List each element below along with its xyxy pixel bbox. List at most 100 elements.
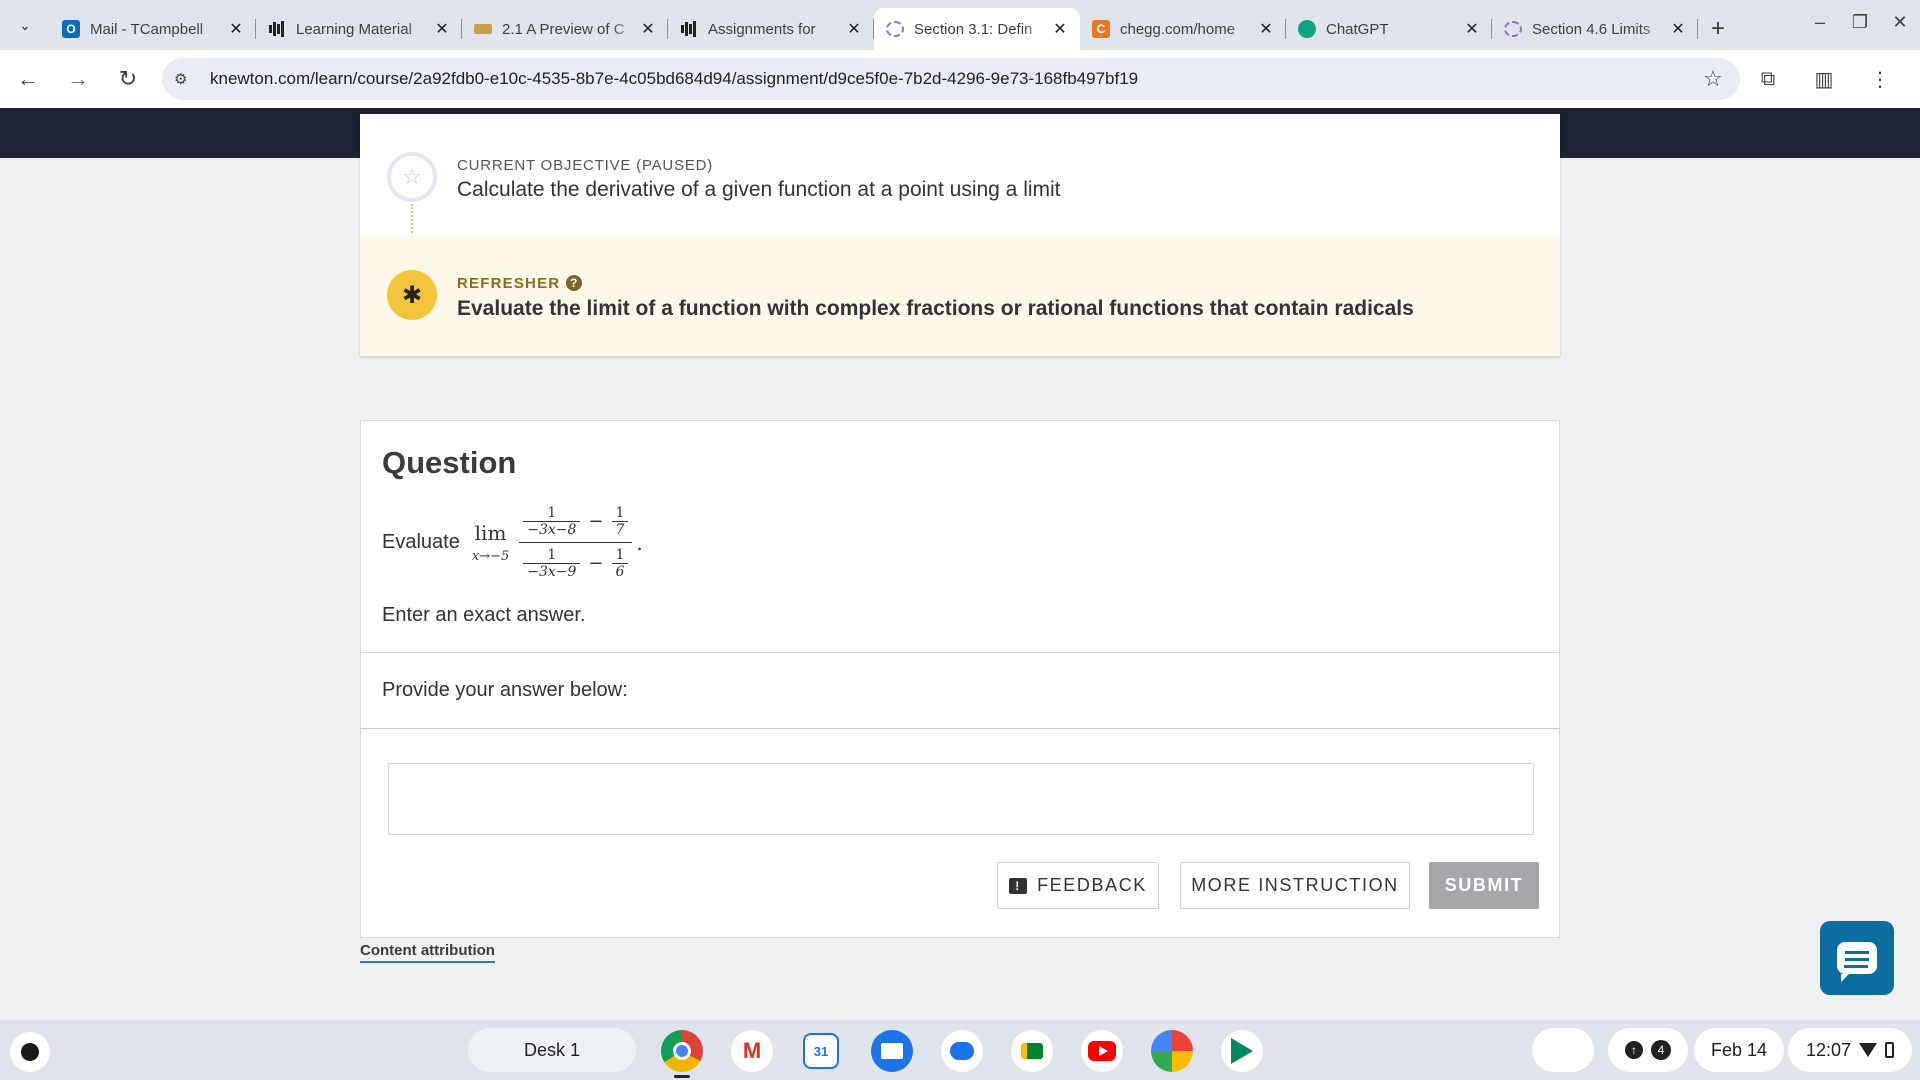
tab-mail[interactable]: O Mail - TCampbell ✕ (50, 8, 256, 50)
help-icon[interactable]: ? (566, 275, 583, 291)
limit-operator: lim x→−5 (472, 521, 509, 564)
current-objective: ☆ CURRENT OBJECTIVE (PAUSED) Calculate t… (360, 114, 1560, 276)
tray-notifications[interactable]: ↑ 4 (1608, 1028, 1688, 1072)
bookmark-star-icon[interactable]: ☆ (1698, 66, 1728, 92)
gmail-app-icon[interactable]: M (731, 1030, 773, 1072)
prompt-text: Evaluate (382, 531, 460, 553)
chat-support-button[interactable] (1820, 921, 1894, 995)
browser-toolbar: ← → ↻ ⚙ knewton.com/learn/course/2a92fdb… (0, 50, 1920, 108)
battery-icon (1885, 1042, 1895, 1058)
refresher-text: Evaluate the limit of a function with co… (457, 297, 1414, 320)
os-shelf: Desk 1 M 31 ↑ 4 Feb 14 12:07 (0, 1020, 1920, 1080)
calendar-app-icon[interactable]: 31 (803, 1033, 839, 1069)
provide-answer-label: Provide your answer below: (382, 679, 628, 701)
extensions-icon[interactable]: ⧉ (1740, 68, 1796, 91)
lim-subscript: x→−5 (471, 549, 510, 564)
fraction: 1 −3x−8 (523, 505, 581, 538)
question-title: Question (382, 445, 517, 480)
limit-expression: lim x→−5 1 −3x−8 − 1 7 1 −3x−9 − 1 6 . (472, 505, 643, 580)
question-card: Question Evaluate lim x→−5 1 −3x−8 − 1 7… (360, 420, 1560, 938)
page-content: ☆ CURRENT OBJECTIVE (PAUSED) Calculate t… (0, 108, 1920, 1020)
google-chat-app-icon[interactable] (941, 1030, 983, 1072)
submit-button[interactable]: SUBMIT (1429, 862, 1539, 909)
tab-section-4-6[interactable]: Section 4.6 Limits ✕ (1492, 8, 1698, 50)
complex-denominator: 1 −3x−9 − 1 6 (519, 543, 632, 580)
question-instruction: Enter an exact answer. (382, 604, 586, 626)
photos-app-icon[interactable] (1151, 1030, 1193, 1072)
youtube-app-icon[interactable] (1081, 1030, 1123, 1072)
outlook-icon: O (62, 20, 80, 38)
tab-preview[interactable]: 2.1 A Preview of C ✕ (462, 8, 668, 50)
url-text[interactable]: knewton.com/learn/course/2a92fdb0-e10c-4… (210, 69, 1698, 89)
side-panel-icon[interactable]: ▥ (1796, 67, 1852, 92)
tray-status[interactable]: 12:07 (1788, 1028, 1912, 1072)
fraction: 1 6 (611, 547, 629, 580)
tab-title: Section 3.1: Defin (914, 20, 1033, 38)
close-icon[interactable]: ✕ (844, 19, 864, 39)
more-instruction-button[interactable]: MORE INSTRUCTION (1180, 862, 1410, 909)
tab-section-3-1[interactable]: Section 3.1: Defin ✕ (874, 8, 1080, 50)
tab-title: Learning Material (296, 20, 412, 38)
wifi-icon (1859, 1043, 1878, 1057)
tab-assignments[interactable]: Assignments for ✕ (668, 8, 874, 50)
minimize-icon[interactable]: – (1800, 12, 1840, 33)
refresher-label: REFRESHER? (457, 275, 583, 292)
close-icon[interactable]: ✕ (1668, 19, 1688, 39)
launcher-icon (21, 1043, 39, 1061)
site-info-icon[interactable]: ⚙ (174, 70, 200, 88)
minus-sign: − (588, 553, 604, 574)
back-arrow-icon[interactable]: ← (6, 57, 50, 101)
refresher-label-text: REFRESHER (457, 275, 561, 292)
tab-chegg[interactable]: C chegg.com/home ✕ (1080, 8, 1286, 50)
fraction: 1 −3x−9 (523, 547, 581, 580)
chrome-app-icon[interactable] (661, 1030, 703, 1072)
tab-title: Assignments for (708, 20, 816, 38)
tab-learning-material[interactable]: Learning Material ✕ (256, 8, 462, 50)
content-attribution-link[interactable]: Content attribution (360, 942, 495, 963)
tab-chatgpt[interactable]: ChatGPT ✕ (1286, 8, 1492, 50)
meet-app-icon[interactable] (1011, 1030, 1053, 1072)
new-tab-button[interactable]: + (1698, 8, 1738, 50)
desk-button[interactable]: Desk 1 (468, 1028, 636, 1072)
close-icon[interactable]: ✕ (432, 19, 452, 39)
restore-icon[interactable]: ❐ (1840, 12, 1880, 33)
tab-search-chevron-icon[interactable]: ⌄ (0, 0, 50, 50)
puzzle-icon: ✱ (387, 270, 437, 320)
tab-title: Section 4.6 Limits (1532, 20, 1651, 38)
period: . (636, 530, 643, 555)
knewton-icon (1504, 21, 1522, 37)
forward-arrow-icon[interactable]: → (56, 57, 100, 101)
play-store-app-icon[interactable] (1221, 1030, 1263, 1072)
minus-sign: − (588, 511, 604, 532)
refresher: ✱ REFRESHER? Evaluate the limit of a fun… (360, 235, 1560, 356)
close-window-icon[interactable]: ✕ (1880, 12, 1920, 33)
window-controls: – ❐ ✕ (1800, 0, 1920, 44)
clock-time: 12:07 (1805, 1039, 1852, 1060)
kebab-menu-icon[interactable]: ⋮ (1852, 67, 1908, 92)
bars-icon (680, 20, 698, 38)
feedback-label: FEEDBACK (1037, 875, 1147, 895)
answer-input[interactable] (388, 763, 1534, 835)
knewton-icon (886, 21, 904, 37)
address-bar[interactable]: ⚙ knewton.com/learn/course/2a92fdb0-e10c… (162, 58, 1740, 100)
question-prompt: Evaluate lim x→−5 1 −3x−8 − 1 7 1 −3x−9 … (382, 505, 643, 580)
complex-fraction: 1 −3x−8 − 1 7 1 −3x−9 − 1 6 (519, 505, 633, 580)
launcher-button[interactable] (10, 1032, 50, 1072)
feedback-icon: ! (1009, 877, 1028, 894)
close-icon[interactable]: ✕ (226, 19, 246, 39)
close-icon[interactable]: ✕ (1462, 19, 1482, 39)
feedback-button[interactable]: ! FEEDBACK (997, 862, 1159, 909)
objective-card: ☆ CURRENT OBJECTIVE (PAUSED) Calculate t… (360, 114, 1560, 356)
chegg-icon: C (1092, 20, 1110, 38)
close-icon[interactable]: ✕ (1050, 19, 1070, 39)
close-icon[interactable]: ✕ (1256, 19, 1276, 39)
tray-holding-space[interactable] (1532, 1028, 1594, 1072)
tab-title: Mail - TCampbell (90, 20, 204, 38)
chatgpt-icon (1298, 20, 1316, 38)
reload-icon[interactable]: ↻ (106, 57, 150, 101)
close-icon[interactable]: ✕ (638, 19, 658, 39)
active-app-indicator (674, 1075, 690, 1078)
tray-date[interactable]: Feb 14 (1694, 1028, 1784, 1072)
lim-word: lim (474, 521, 507, 545)
files-app-icon[interactable] (871, 1030, 913, 1072)
